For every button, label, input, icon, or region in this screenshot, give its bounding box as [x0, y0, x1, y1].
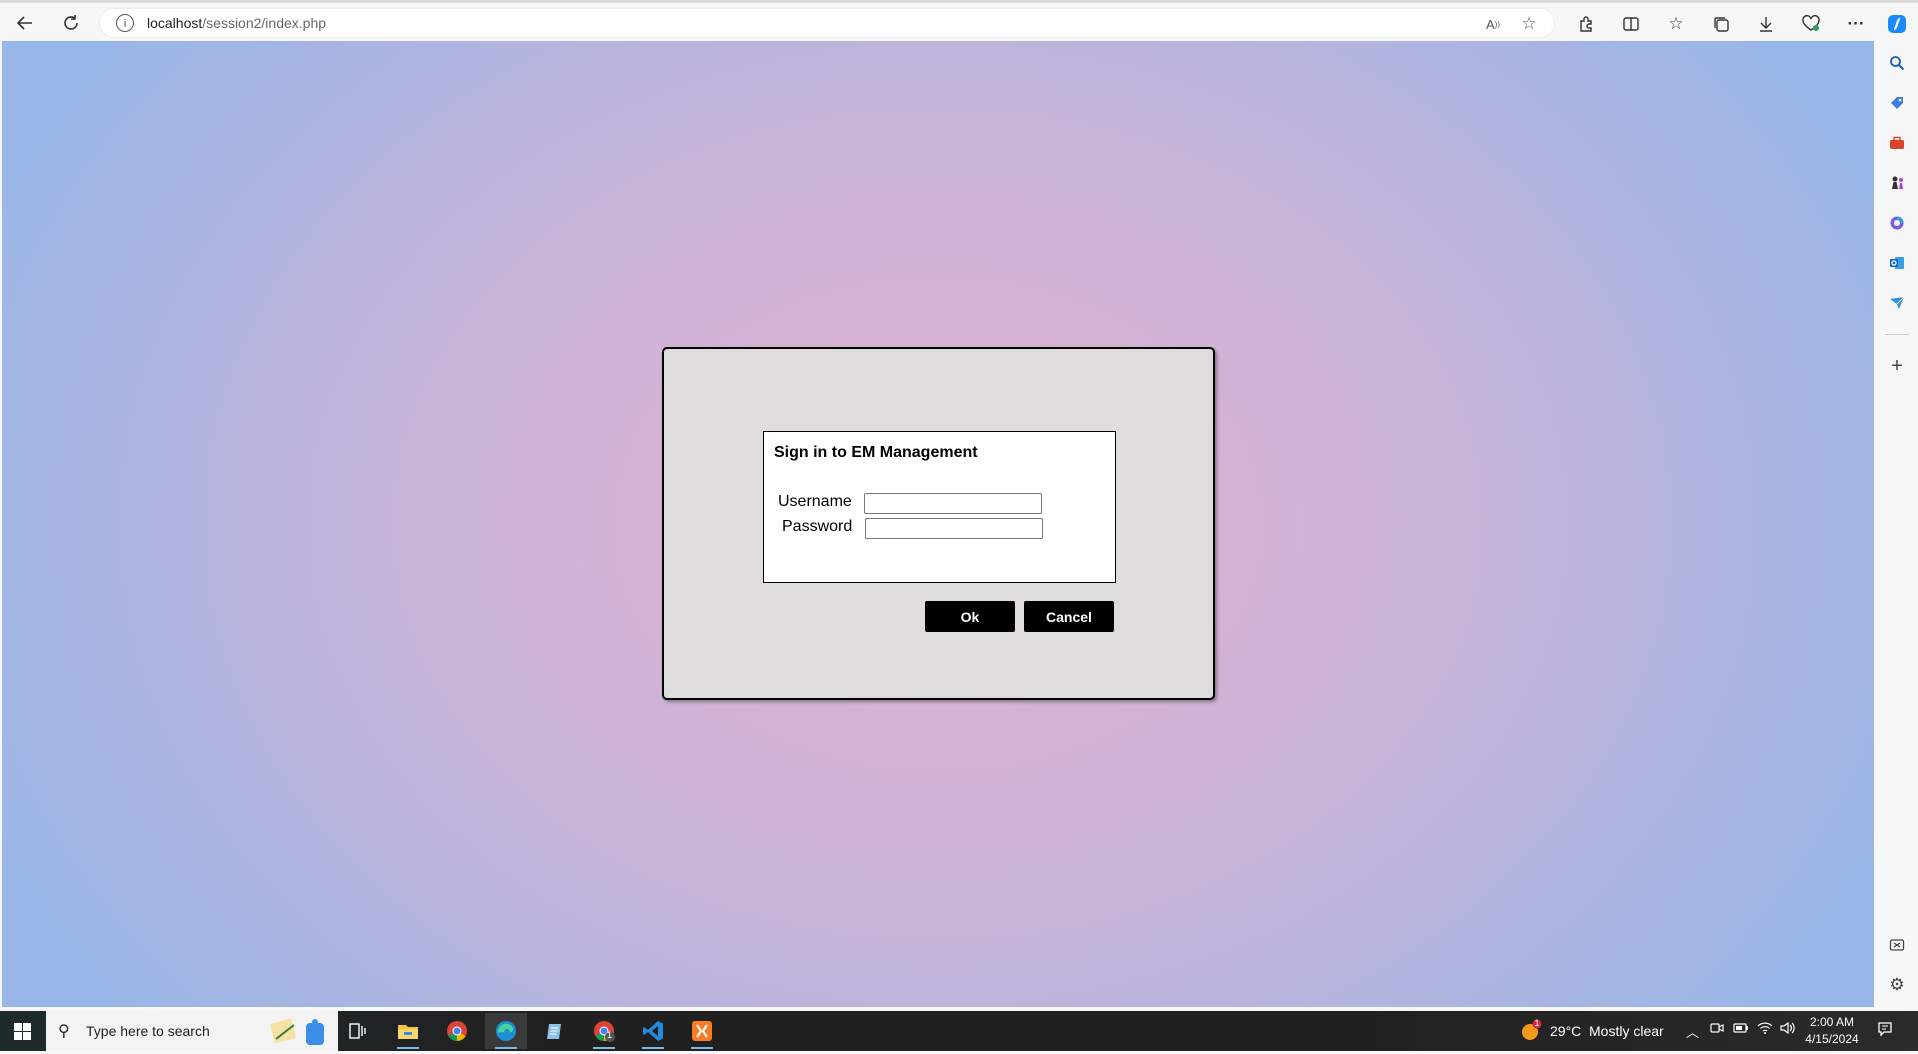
sidebar-divider — [1885, 334, 1909, 335]
microsoft-365-icon[interactable] — [1885, 211, 1909, 235]
downloads-icon[interactable] — [1751, 9, 1781, 39]
add-sidebar-app-icon[interactable]: + — [1885, 354, 1909, 378]
copilot-icon[interactable] — [1882, 9, 1912, 39]
back-button[interactable] — [8, 8, 42, 38]
outlook-icon[interactable] — [1885, 251, 1909, 275]
show-hidden-icons-chevron-icon[interactable]: ︿ — [1686, 1022, 1699, 1041]
refresh-button[interactable] — [54, 8, 88, 38]
search-magnifier-icon: ⚲ — [58, 1021, 70, 1040]
edge-sidebar: + ⚙ — [1876, 41, 1918, 1007]
read-aloud-icon[interactable]: A)) — [1482, 13, 1504, 35]
clock-time: 2:00 AM — [1809, 1015, 1855, 1029]
url-text[interactable]: localhost/session2/index.php — [147, 15, 326, 31]
login-dialog: Sign in to EM Management Username Passwo… — [662, 347, 1215, 700]
url-path: /session2/index.php — [202, 15, 327, 31]
task-view-icon[interactable] — [337, 1013, 379, 1049]
active-indicator — [691, 1047, 713, 1049]
browser-essentials-icon[interactable] — [1796, 9, 1826, 39]
clock-date: 4/15/2024 — [1805, 1032, 1859, 1046]
notifications-icon[interactable] — [1877, 1021, 1893, 1041]
search-highlight-icon — [264, 1017, 334, 1054]
search-icon[interactable] — [1885, 51, 1909, 75]
volume-icon[interactable] — [1780, 1021, 1796, 1038]
notepad-icon[interactable] — [534, 1013, 576, 1049]
split-screen-icon[interactable] — [1616, 9, 1646, 39]
extensions-icon[interactable] — [1571, 9, 1601, 39]
vscode-icon[interactable] — [632, 1013, 674, 1049]
file-explorer-icon[interactable] — [387, 1013, 429, 1049]
chrome-profile-badge: 1 — [607, 1030, 613, 1040]
weather-badge: 1 — [1534, 1018, 1540, 1028]
url-host: localhost — [147, 15, 203, 31]
start-button[interactable] — [0, 1011, 44, 1051]
windows-logo-icon — [13, 1022, 31, 1040]
active-indicator — [495, 1047, 517, 1049]
favorites-icon[interactable]: ☆ — [1661, 9, 1691, 39]
xampp-icon[interactable] — [681, 1013, 723, 1049]
shopping-tag-icon[interactable] — [1885, 91, 1909, 115]
collections-icon[interactable] — [1706, 9, 1736, 39]
battery-icon[interactable] — [1733, 1022, 1749, 1038]
edge-icon[interactable] — [485, 1013, 527, 1049]
site-info-icon[interactable]: i — [116, 14, 134, 32]
cancel-button[interactable]: Cancel — [1024, 601, 1114, 632]
chrome-icon[interactable] — [436, 1013, 478, 1049]
page-viewport: Sign in to EM Management Username Passwo… — [2, 41, 1874, 1007]
login-panel: Sign in to EM Management Username Passwo… — [763, 431, 1116, 583]
taskbar-search-placeholder: Type here to search — [86, 1023, 210, 1039]
back-arrow-icon — [16, 16, 32, 30]
login-title: Sign in to EM Management — [774, 444, 978, 461]
meet-now-icon[interactable] — [1710, 1022, 1724, 1038]
browser-toolbar: i localhost/session2/index.php A)) ☆ ☆ ·… — [0, 0, 1918, 41]
settings-gear-icon[interactable]: ⚙ — [1885, 973, 1909, 997]
address-bar[interactable]: i localhost/session2/index.php A)) ☆ — [99, 8, 1555, 38]
send-drop-icon[interactable] — [1885, 291, 1909, 315]
active-indicator — [397, 1047, 419, 1049]
refresh-icon — [64, 15, 78, 30]
wifi-icon[interactable] — [1757, 1022, 1773, 1038]
favorite-star-icon[interactable]: ☆ — [1518, 13, 1540, 35]
tools-briefcase-icon[interactable] — [1885, 131, 1909, 155]
games-chess-icon[interactable] — [1885, 171, 1909, 195]
weather-temperature[interactable]: 29°C — [1550, 1023, 1581, 1039]
taskbar-clock[interactable]: 2:00 AM 4/15/2024 — [1802, 1014, 1862, 1048]
weather-condition[interactable]: Mostly clear — [1589, 1023, 1664, 1039]
windows-taskbar: ⚲ Type here to search 1 1 29°C Mostly cl… — [0, 1011, 1918, 1051]
active-indicator — [593, 1047, 615, 1049]
screenshot-icon[interactable] — [1885, 933, 1909, 957]
more-options-icon[interactable]: ··· — [1841, 9, 1871, 39]
ok-button[interactable]: Ok — [925, 601, 1015, 632]
password-label: Password — [782, 518, 853, 535]
password-input[interactable] — [865, 518, 1043, 539]
taskbar-search-box[interactable]: ⚲ Type here to search — [46, 1011, 338, 1051]
weather-icon[interactable]: 1 — [1518, 1018, 1544, 1043]
username-label: Username — [778, 493, 852, 510]
chrome-profile-icon[interactable]: 1 — [583, 1013, 625, 1049]
active-indicator — [642, 1047, 664, 1049]
username-input[interactable] — [864, 493, 1042, 514]
